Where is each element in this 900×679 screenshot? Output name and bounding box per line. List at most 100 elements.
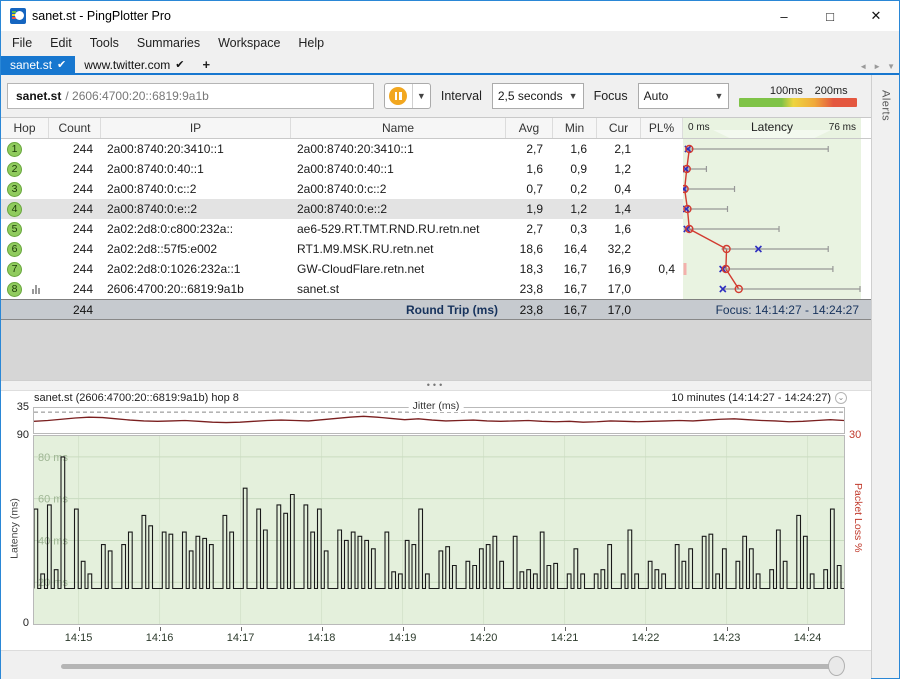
hop-number-badge: 4 xyxy=(7,201,22,217)
timeline-panel: sanet.st (2606:4700:20::6819:9a1b) hop 8… xyxy=(1,391,871,650)
cell-min: 16,4 xyxy=(563,242,587,256)
interval-label: Interval xyxy=(440,89,482,103)
hop-number-badge: 1 xyxy=(7,141,22,157)
header-pl[interactable]: PL% xyxy=(641,118,683,138)
maximize-button[interactable]: □ xyxy=(807,1,853,31)
time-tick-label: 14:19 xyxy=(388,632,417,644)
header-name[interactable]: Name xyxy=(291,118,506,138)
time-tick-label: 14:21 xyxy=(550,632,579,644)
cell-cur: 0,4 xyxy=(614,182,631,196)
cell-cur: 1,2 xyxy=(614,162,631,176)
focus-area-background xyxy=(1,320,871,380)
cell-avg: 2,7 xyxy=(526,142,543,156)
summary-count: 244 xyxy=(72,302,93,317)
avg-connector-line xyxy=(683,148,740,290)
target-ip: / 2606:4700:20::6819:9a1b xyxy=(65,89,209,103)
tab-next-icon[interactable]: ► xyxy=(873,62,881,71)
cell-hop: 3 xyxy=(1,179,49,199)
summary-cur: 17,0 xyxy=(607,302,631,317)
pause-icon xyxy=(389,87,408,105)
cell-ip: 2606:4700:20::6819:9a1b xyxy=(107,282,244,296)
time-tick-label: 14:17 xyxy=(226,632,255,644)
latency-axis-zero: 0 xyxy=(22,617,29,629)
menu-tools[interactable]: Tools xyxy=(81,31,128,56)
cell-avg: 2,7 xyxy=(526,222,543,236)
hop-number-badge: 2 xyxy=(7,161,22,177)
cell-min: 0,3 xyxy=(570,222,587,236)
header-cur[interactable]: Cur xyxy=(597,118,641,138)
scrollbar-track[interactable] xyxy=(61,664,841,669)
cell-count: 244 xyxy=(72,182,93,196)
cell-packet-loss xyxy=(641,159,683,179)
menu-summaries[interactable]: Summaries xyxy=(128,31,209,56)
cell-count: 244 xyxy=(72,142,93,156)
pause-button[interactable] xyxy=(385,84,413,108)
time-tick-label: 14:16 xyxy=(145,632,174,644)
time-tick xyxy=(321,627,323,631)
tab-prev-icon[interactable]: ◄ xyxy=(859,62,867,71)
menu-workspace[interactable]: Workspace xyxy=(209,31,289,56)
timeline-graph-icon xyxy=(32,284,40,294)
focus-label: Focus xyxy=(593,89,628,103)
target-tab[interactable]: sanet.st ✔ xyxy=(1,56,76,73)
menu-edit[interactable]: Edit xyxy=(41,31,81,56)
cell-avg: 1,6 xyxy=(526,162,543,176)
cell-ip: 2a00:8740:0:e::2 xyxy=(101,199,291,219)
interval-select[interactable]: 2,5 seconds ▼ xyxy=(491,83,584,109)
packet-loss-axis-label: Packet Loss % xyxy=(852,483,864,553)
time-tick-label: 14:18 xyxy=(307,632,336,644)
header-hop[interactable]: Hop xyxy=(1,118,49,138)
time-tick xyxy=(483,627,485,631)
pane-splitter[interactable]: ••• xyxy=(1,380,871,391)
time-axis: 14:15 14:16 14:17 14:18 14:19 14:20 14:21 14:22… xyxy=(33,627,845,649)
focus-select[interactable]: Auto ▼ xyxy=(637,83,730,109)
header-ip[interactable]: IP xyxy=(101,118,291,138)
time-tick-label: 14:20 xyxy=(469,632,498,644)
time-tick xyxy=(564,627,566,631)
cell-name: sanet.st xyxy=(297,282,340,296)
cell-hop: 7 xyxy=(1,259,49,279)
scrollbar-thumb[interactable] xyxy=(828,656,845,676)
minimize-button[interactable]: – xyxy=(761,1,807,31)
new-tab-button[interactable]: + xyxy=(193,56,219,73)
cell-ip: 2a00:8740:20:3410::1 xyxy=(107,142,224,156)
target-address-box[interactable]: sanet.st / 2606:4700:20::6819:9a1b xyxy=(7,83,374,109)
summary-min: 16,7 xyxy=(563,302,587,317)
menu-help[interactable]: Help xyxy=(289,31,333,56)
app-window: sanet.st - PingPlotter Pro – □ ✕ File Edi… xyxy=(0,0,900,679)
time-tick-label: 14:15 xyxy=(64,632,93,644)
tab-label: www.twitter.com xyxy=(84,57,171,72)
gridline-label: 60 ms xyxy=(38,494,68,506)
cell-avg: 1,9 xyxy=(506,199,553,219)
time-tick xyxy=(159,627,161,631)
cell-min: 1,6 xyxy=(570,142,587,156)
gridline-label: 80 ms xyxy=(38,452,68,464)
timeline-scroll-area xyxy=(1,650,871,679)
menu-file[interactable]: File xyxy=(3,31,41,56)
app-icon xyxy=(10,8,26,24)
focus-range-text: Focus: 14:14:27 - 14:24:27 xyxy=(715,302,859,317)
close-button[interactable]: ✕ xyxy=(853,1,899,31)
pause-dropdown-icon[interactable]: ▼ xyxy=(413,91,430,101)
tab-menu-icon[interactable]: ▼ xyxy=(887,62,895,71)
timeline-range-text: 10 minutes (14:14:27 - 14:24:27) xyxy=(671,392,831,404)
header-avg[interactable]: Avg xyxy=(506,118,553,138)
target-tab[interactable]: www.twitter.com ✔ xyxy=(75,56,193,73)
jitter-series-line xyxy=(33,415,845,424)
latency-timeline-plot[interactable]: 20 ms 40 ms 60 ms 80 ms xyxy=(33,435,845,625)
pause-split-button[interactable]: ▼ xyxy=(383,83,431,109)
alerts-tab[interactable]: Alerts xyxy=(877,85,895,126)
table-header-row: Hop Count IP Name Avg Min Cur PL% 0 ms L… xyxy=(1,117,871,139)
legend-100ms-label: 100ms xyxy=(769,85,803,97)
timeline-range-select[interactable]: 10 minutes (14:14:27 - 14:24:27) ⌄ xyxy=(671,392,847,404)
header-latency-graph: 0 ms Latency 76 ms xyxy=(683,118,861,138)
time-tick xyxy=(78,627,80,631)
menu-bar: File Edit Tools Summaries Workspace Help xyxy=(1,31,899,56)
tab-bar: sanet.st ✔ www.twitter.com ✔ + ◄ ► ▼ xyxy=(1,56,899,75)
header-min[interactable]: Min xyxy=(553,118,597,138)
cell-min: 16,7 xyxy=(563,282,587,296)
hop-latency-graph xyxy=(683,144,861,294)
cell-cur: 17,0 xyxy=(607,282,631,296)
header-count[interactable]: Count xyxy=(49,118,101,138)
tab-label: sanet.st xyxy=(10,57,53,72)
